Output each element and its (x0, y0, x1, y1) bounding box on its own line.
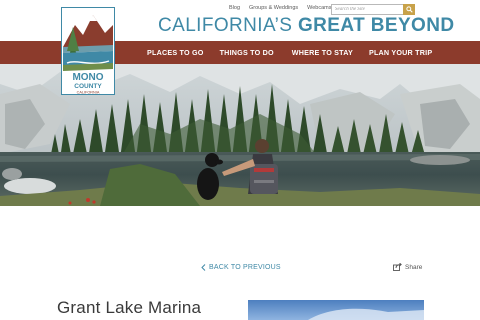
nav-where-to-stay[interactable]: WHERE TO STAY (292, 48, 353, 57)
share-icon (393, 263, 402, 271)
tagline-part2: GREAT BEYOND (298, 15, 455, 36)
mono-county-logo[interactable]: MONO COUNTY CALIFORNIA (61, 7, 115, 95)
feature-image (248, 300, 424, 320)
site-search (331, 4, 415, 15)
search-input[interactable] (332, 5, 404, 14)
share-label: Share (405, 263, 423, 271)
chevron-left-icon (201, 264, 206, 271)
util-link-webcams[interactable]: Webcams (307, 5, 331, 11)
nav-items: PLACES TO GO THINGS TO DO WHERE TO STAY … (147, 41, 432, 64)
utility-links: Blog Groups & Weddings Webcams (229, 5, 332, 11)
logo-line1: MONO (72, 72, 103, 83)
site-tagline: CALIFORNIA’S GREAT BEYOND (158, 15, 454, 37)
nav-plan-your-trip[interactable]: PLAN YOUR TRIP (369, 48, 432, 57)
back-to-previous-link[interactable]: BACK TO PREVIOUS (201, 264, 281, 271)
search-icon (405, 6, 413, 13)
logo-line2: COUNTY (74, 83, 102, 90)
logo-line3: CALIFORNIA (77, 91, 100, 95)
nav-things-to-do[interactable]: THINGS TO DO (220, 48, 274, 57)
back-link-label: BACK TO PREVIOUS (209, 264, 281, 271)
share-button[interactable]: Share (393, 263, 422, 271)
util-link-blog[interactable]: Blog (229, 5, 240, 11)
tagline-part1: CALIFORNIA’S (158, 15, 293, 36)
nav-places-to-go[interactable]: PLACES TO GO (147, 48, 204, 57)
search-button[interactable] (403, 4, 415, 15)
page-title: Grant Lake Marina (57, 298, 202, 317)
util-link-groups-weddings[interactable]: Groups & Weddings (249, 5, 298, 11)
